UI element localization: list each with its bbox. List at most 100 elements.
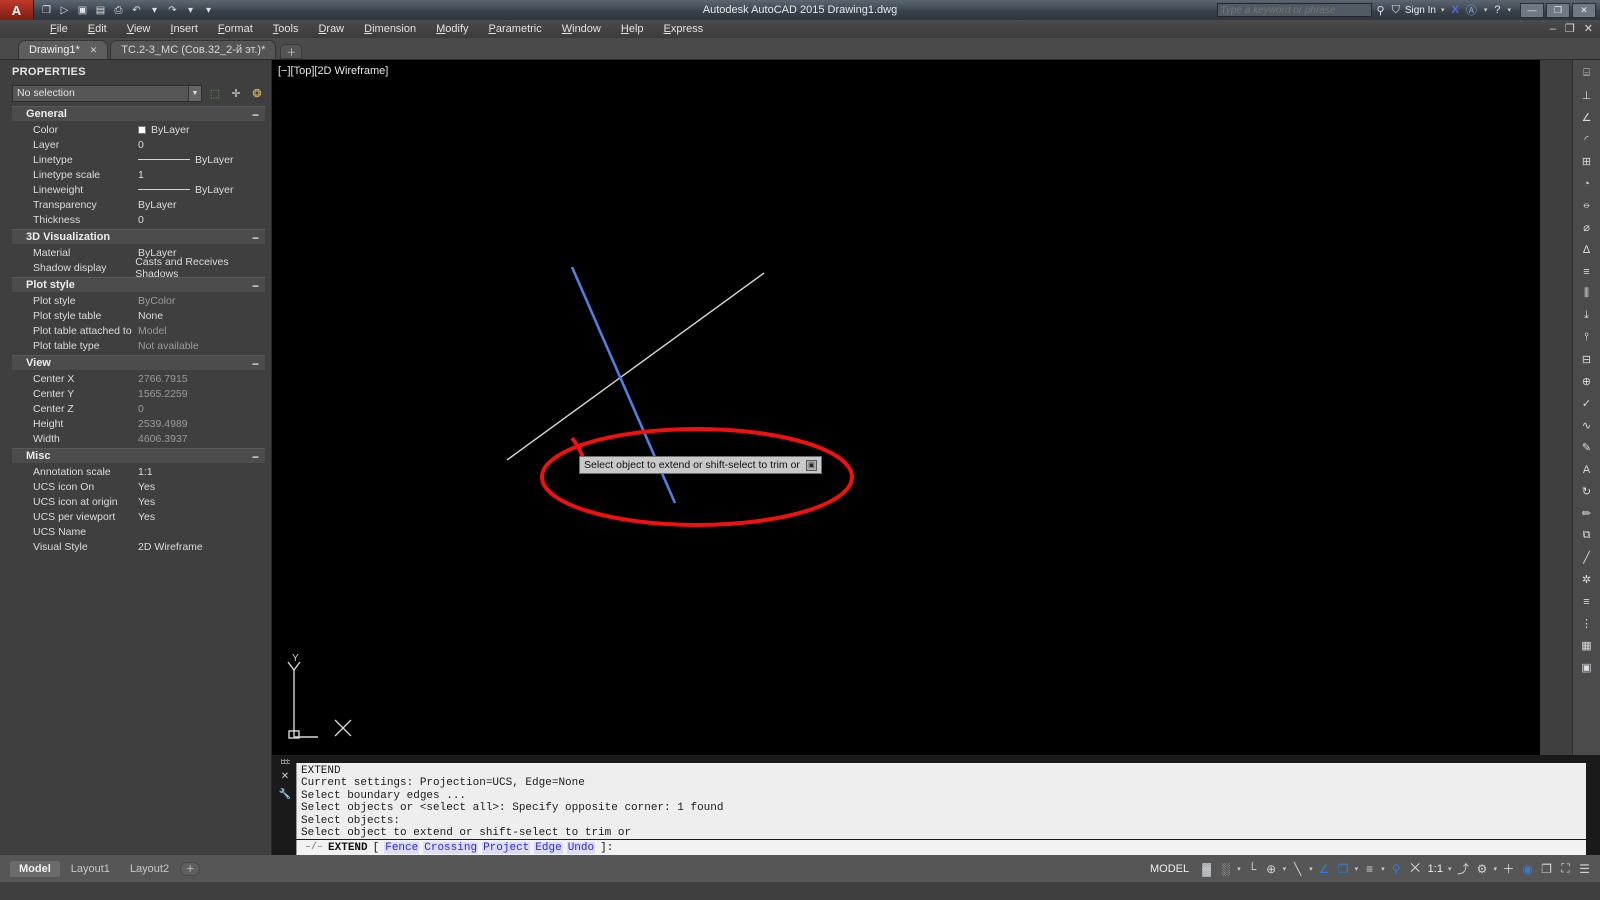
property-row[interactable]: Lineweight ByLayer xyxy=(0,182,271,197)
selection-dropdown[interactable]: No selection ▼ xyxy=(12,84,202,102)
property-value[interactable]: Yes xyxy=(138,496,155,508)
property-value[interactable]: ByLayer xyxy=(138,184,234,196)
property-row[interactable]: Shadow display Casts and Receives Shadows xyxy=(0,256,271,280)
property-value[interactable]: 1:1 xyxy=(138,466,153,478)
close-button[interactable]: ✕ xyxy=(1572,2,1596,18)
search-box[interactable] xyxy=(1216,3,1372,17)
dimension-linear-icon[interactable]: ⌸ xyxy=(1575,63,1599,84)
property-value[interactable]: 2D Wireframe xyxy=(138,541,203,553)
workspace-switching-icon[interactable]: ⚙ xyxy=(1472,859,1491,878)
workspace-switching-icon-dropdown-icon[interactable]: ▾ xyxy=(1491,865,1499,873)
menu-tools[interactable]: Tools xyxy=(263,22,309,36)
status-menu-icon[interactable]: ☰ xyxy=(1575,859,1594,878)
property-value[interactable]: 2766.7915 xyxy=(138,373,188,385)
property-row[interactable]: Linetype ByLayer xyxy=(0,152,271,167)
property-row[interactable]: Width 4606.3937 xyxy=(0,431,271,446)
dimension-update-icon[interactable]: ↻ xyxy=(1575,481,1599,502)
command-grip-handle[interactable] xyxy=(280,759,290,764)
fullscreen-icon[interactable]: ⛶ xyxy=(1556,859,1575,878)
property-row[interactable]: UCS Name xyxy=(0,524,271,539)
ortho-mode-toggle[interactable]: └ xyxy=(1243,859,1262,878)
ucs-icon-toggle-dropdown-icon[interactable]: ▾ xyxy=(1353,865,1361,873)
model-space-indicator[interactable]: MODEL xyxy=(1143,863,1196,875)
property-row[interactable]: Annotation scale 1:1 xyxy=(0,464,271,479)
dimension-jogged-icon[interactable]: ⦵ xyxy=(1575,195,1599,216)
menu-draw[interactable]: Draw xyxy=(308,22,354,36)
search-icon[interactable]: ⚲ xyxy=(1375,4,1387,17)
menu-express[interactable]: Express xyxy=(654,22,714,36)
menu-modify[interactable]: Modify xyxy=(426,22,478,36)
layout-tab-layout2[interactable]: Layout2 xyxy=(121,861,178,877)
qat-customize-icon[interactable]: ▾ xyxy=(200,2,217,19)
properties-group-3d-visualization[interactable]: 3D Visualization − xyxy=(12,229,265,245)
property-value[interactable]: 0 xyxy=(138,139,144,151)
command-option-edge[interactable]: Edge xyxy=(534,841,563,854)
tolerance-icon[interactable]: ⊟ xyxy=(1575,349,1599,370)
save-as-icon[interactable]: ▤ xyxy=(92,2,109,19)
dimension-continue-icon[interactable]: ⫼ xyxy=(1575,283,1599,304)
property-value[interactable]: Not available xyxy=(138,340,199,352)
property-value[interactable]: Yes xyxy=(138,481,155,493)
hardware-acceleration-icon[interactable]: ＋ xyxy=(1499,859,1518,878)
menu-edit[interactable]: Edit xyxy=(78,22,117,36)
dimension-aligned-icon[interactable]: ⊥ xyxy=(1575,85,1599,106)
lineweight-display-toggle[interactable]: ≡ xyxy=(1360,859,1379,878)
property-row[interactable]: Visual Style 2D Wireframe xyxy=(0,539,271,554)
save-icon[interactable]: ▣ xyxy=(74,2,91,19)
dimension-angle-icon[interactable]: ∆ xyxy=(1575,239,1599,260)
object-snap-tracking-toggle[interactable]: ∠ xyxy=(1315,859,1334,878)
center-mark-icon[interactable]: ⊕ xyxy=(1575,371,1599,392)
menu-window[interactable]: Window xyxy=(552,22,611,36)
new-layout-button[interactable]: ＋ xyxy=(180,861,201,876)
property-row[interactable]: Thickness 0 xyxy=(0,212,271,227)
property-row[interactable]: Plot table type Not available xyxy=(0,338,271,353)
undo-icon[interactable]: ↶ xyxy=(128,2,145,19)
close-command-icon[interactable]: ✕ xyxy=(281,771,289,782)
open-file-icon[interactable]: ▷ xyxy=(56,2,73,19)
clean-screen-icon[interactable]: ❐ xyxy=(1537,859,1556,878)
user-account-icon[interactable]: ⛉ xyxy=(1390,4,1402,17)
ucs-icon-toggle[interactable]: ❐ xyxy=(1334,859,1353,878)
document-window-controls[interactable]: – ❐ ✕ xyxy=(1550,22,1596,35)
redo-icon[interactable]: ↷ xyxy=(164,2,181,19)
inspect-icon[interactable]: ✓ xyxy=(1575,393,1599,414)
undo-dropdown-icon[interactable]: ▾ xyxy=(146,2,163,19)
dimension-radius-icon[interactable]: ◔ xyxy=(1575,173,1599,194)
autoscale-toggle[interactable]: ⨉ xyxy=(1406,859,1425,878)
autodesk-360-icon[interactable]: Ⓐ xyxy=(1464,2,1479,18)
reassociate-icon[interactable]: ⧉ xyxy=(1575,525,1599,546)
property-value[interactable]: 0 xyxy=(138,214,144,226)
dimension-text-edit-icon[interactable]: A xyxy=(1575,459,1599,480)
menu-file[interactable]: File xyxy=(40,22,78,36)
autodesk-exchange-icon[interactable]: X xyxy=(1450,4,1461,16)
dimension-ordinate-icon[interactable]: ⊞ xyxy=(1575,151,1599,172)
dimension-space-icon[interactable]: ⤓ xyxy=(1575,305,1599,326)
property-row[interactable]: Center Z 0 xyxy=(0,401,271,416)
polar-tracking-toggle-dropdown-icon[interactable]: ▾ xyxy=(1281,865,1289,873)
property-row[interactable]: Transparency ByLayer xyxy=(0,197,271,212)
close-icon[interactable]: ✕ xyxy=(90,45,98,56)
command-option-crossing[interactable]: Crossing xyxy=(423,841,479,854)
collapse-icon[interactable]: − xyxy=(252,107,259,122)
command-option-project[interactable]: Project xyxy=(482,841,531,854)
property-row[interactable]: Layer 0 xyxy=(0,137,271,152)
collapse-icon[interactable]: − xyxy=(252,230,259,245)
dimension-edit-icon[interactable]: ✎ xyxy=(1575,437,1599,458)
property-value[interactable]: None xyxy=(138,310,163,322)
help-dropdown-icon[interactable]: ▾ xyxy=(1505,6,1513,14)
layout-tab-model[interactable]: Model xyxy=(10,860,60,877)
sign-in-dropdown-icon[interactable]: ▾ xyxy=(1439,6,1447,14)
polar-tracking-toggle[interactable]: ⊕ xyxy=(1262,859,1281,878)
property-value[interactable]: ByLayer xyxy=(138,154,234,166)
snap-mode-toggle-dropdown-icon[interactable]: ▾ xyxy=(1235,865,1243,873)
grid-display-toggle[interactable]: ▓ xyxy=(1197,859,1216,878)
property-row[interactable]: Center X 2766.7915 xyxy=(0,371,271,386)
property-value[interactable]: ByLayer xyxy=(138,124,190,136)
dimension-diameter-icon[interactable]: ⌀ xyxy=(1575,217,1599,238)
property-row[interactable]: UCS icon On Yes xyxy=(0,479,271,494)
property-row[interactable]: Plot style table None xyxy=(0,308,271,323)
property-value[interactable]: Casts and Receives Shadows xyxy=(135,256,271,280)
property-row[interactable]: Linetype scale 1 xyxy=(0,167,271,182)
pick-point-icon[interactable]: ❂ xyxy=(249,85,265,101)
property-row[interactable]: Plot style ByColor xyxy=(0,293,271,308)
